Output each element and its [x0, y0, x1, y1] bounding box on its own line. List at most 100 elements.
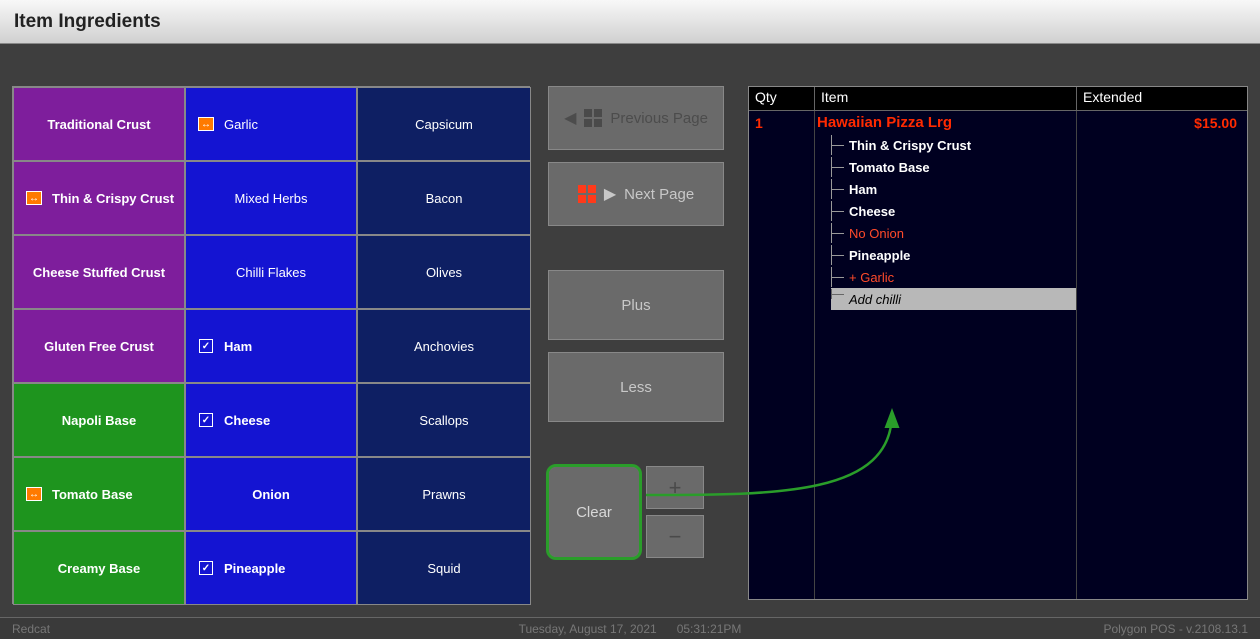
check-icon: ✓: [198, 338, 214, 354]
previous-page-label: Previous Page: [610, 110, 708, 127]
order-header-item: Item: [815, 87, 1077, 110]
ingredient-label: Cheese Stuffed Crust: [20, 265, 178, 280]
ingredient-label: Anchovies: [364, 339, 524, 354]
ingredient-cell[interactable]: ↔Garlic: [185, 87, 357, 161]
order-mod-input[interactable]: Add chilli: [831, 288, 1076, 310]
order-extended-price: $15.00: [1077, 111, 1247, 135]
ingredient-cell[interactable]: Chilli Flakes: [185, 235, 357, 309]
order-mod-row[interactable]: Pineapple: [831, 244, 1076, 266]
order-mod-row[interactable]: Cheese: [831, 200, 1076, 222]
ingredient-cell[interactable]: Bacon: [357, 161, 531, 235]
ingredient-cell[interactable]: Onion: [185, 457, 357, 531]
ingredient-label: Scallops: [364, 413, 524, 428]
ingredient-cell[interactable]: Traditional Crust: [13, 87, 185, 161]
paging-controls: ◀ Previous Page ▶ Next Page Plus Less Cl…: [548, 86, 724, 558]
chevron-left-icon: ◀: [564, 108, 576, 128]
ingredient-label: Squid: [364, 561, 524, 576]
order-qty-value: 1: [749, 111, 814, 135]
ingredient-label: Capsicum: [364, 117, 524, 132]
order-panel: Qty Item Extended 1 Hawaiian Pizza Lrg T…: [748, 86, 1248, 600]
ingredient-cell[interactable]: ✓Pineapple: [185, 531, 357, 605]
order-mod-text: Add chilli: [849, 292, 901, 307]
ingredient-cell[interactable]: Scallops: [357, 383, 531, 457]
tree-branch-icon: [831, 267, 843, 287]
order-extended-col: $15.00: [1077, 111, 1247, 599]
order-mod-text: Tomato Base: [849, 160, 930, 175]
tree-branch-icon: [831, 157, 843, 177]
minus-icon: −: [669, 524, 682, 550]
order-qty-col: 1: [749, 111, 815, 599]
order-mod-row[interactable]: No Onion: [831, 222, 1076, 244]
order-mod-text: No Onion: [849, 226, 904, 241]
ingredient-cell[interactable]: ✓ Cheese: [185, 383, 357, 457]
order-mod-text: Cheese: [849, 204, 895, 219]
swap-icon: ↔: [26, 190, 42, 206]
order-mod-row[interactable]: Ham: [831, 178, 1076, 200]
clear-button[interactable]: Clear: [548, 466, 640, 558]
ingredient-label: Chilli Flakes: [192, 265, 350, 280]
ingredient-label: Napoli Base: [20, 413, 178, 428]
plus-button[interactable]: Plus: [548, 270, 724, 340]
ingredient-label: Prawns: [364, 487, 524, 502]
ingredient-grid: Traditional Crust ↔Garlic Capsicum ↔ Thin & …: [12, 86, 530, 604]
ingredient-label: Onion: [192, 487, 350, 502]
order-mod-text: + Garlic: [849, 270, 894, 285]
order-item-col: Hawaiian Pizza Lrg Thin & Crispy Crust To…: [815, 111, 1077, 599]
increment-button[interactable]: +: [646, 466, 704, 509]
swap-icon: ↔: [26, 486, 42, 502]
order-mod-text: Thin & Crispy Crust: [849, 138, 971, 153]
less-label: Less: [620, 379, 652, 396]
order-mod-row[interactable]: Thin & Crispy Crust: [831, 134, 1076, 156]
check-icon: ✓: [198, 412, 214, 428]
ingredient-label: Mixed Herbs: [192, 191, 350, 206]
ingredient-cell[interactable]: ↔ Tomato Base: [13, 457, 185, 531]
ingredient-cell[interactable]: Capsicum: [357, 87, 531, 161]
tree-branch-icon: [831, 289, 843, 299]
order-item-name[interactable]: Hawaiian Pizza Lrg: [815, 111, 1076, 134]
tree-branch-icon: [831, 201, 843, 221]
ingredient-cell[interactable]: Creamy Base: [13, 531, 185, 605]
ingredient-label: Thin & Crispy Crust: [52, 191, 178, 206]
order-mod-text: Pineapple: [849, 248, 910, 263]
status-center: Tuesday, August 17, 2021 05:31:21PM: [0, 622, 1260, 636]
clear-button-group: Clear + −: [548, 466, 724, 558]
order-mod-row[interactable]: + Garlic: [831, 266, 1076, 288]
ingredient-cell[interactable]: Napoli Base: [13, 383, 185, 457]
next-page-label: Next Page: [624, 186, 694, 203]
order-mod-row[interactable]: Tomato Base: [831, 156, 1076, 178]
ingredient-cell[interactable]: Olives: [357, 235, 531, 309]
less-button[interactable]: Less: [548, 352, 724, 422]
status-time: 05:31:21PM: [677, 622, 742, 636]
ingredient-cell[interactable]: Gluten Free Crust: [13, 309, 185, 383]
chevron-right-icon: ▶: [604, 184, 616, 204]
ingredient-cell[interactable]: Cheese Stuffed Crust: [13, 235, 185, 309]
previous-page-button[interactable]: ◀ Previous Page: [548, 86, 724, 150]
order-mod-text: Ham: [849, 182, 877, 197]
ingredient-label: Olives: [364, 265, 524, 280]
plus-label: Plus: [621, 297, 650, 314]
ingredient-cell[interactable]: Prawns: [357, 457, 531, 531]
decrement-button[interactable]: −: [646, 515, 704, 558]
tree-branch-icon: [831, 135, 843, 155]
ingredient-label: Cheese: [224, 413, 350, 428]
page-title: Item Ingredients: [14, 11, 161, 33]
ingredient-cell[interactable]: Anchovies: [357, 309, 531, 383]
ingredient-label: Tomato Base: [52, 487, 178, 502]
ingredient-cell[interactable]: Mixed Herbs: [185, 161, 357, 235]
ingredient-cell[interactable]: ✓ Ham: [185, 309, 357, 383]
ingredient-cell[interactable]: Squid: [357, 531, 531, 605]
ingredient-cell[interactable]: ↔ Thin & Crispy Crust: [13, 161, 185, 235]
grid-icon: [584, 109, 602, 127]
order-header-qty: Qty: [749, 87, 815, 110]
order-header-row: Qty Item Extended: [749, 87, 1247, 111]
ingredient-label: Bacon: [364, 191, 524, 206]
ingredient-label: Traditional Crust: [20, 117, 178, 132]
next-page-button[interactable]: ▶ Next Page: [548, 162, 724, 226]
status-bar: Redcat Tuesday, August 17, 2021 05:31:21…: [0, 617, 1260, 639]
ingredient-label: Pineapple: [224, 561, 350, 576]
ingredient-label: Gluten Free Crust: [20, 339, 178, 354]
title-bar: Item Ingredients: [0, 0, 1260, 44]
order-mods-tree: Thin & Crispy Crust Tomato Base Ham Cheese N…: [815, 134, 1076, 310]
ingredient-label: Ham: [224, 339, 350, 354]
status-date: Tuesday, August 17, 2021: [519, 622, 657, 636]
